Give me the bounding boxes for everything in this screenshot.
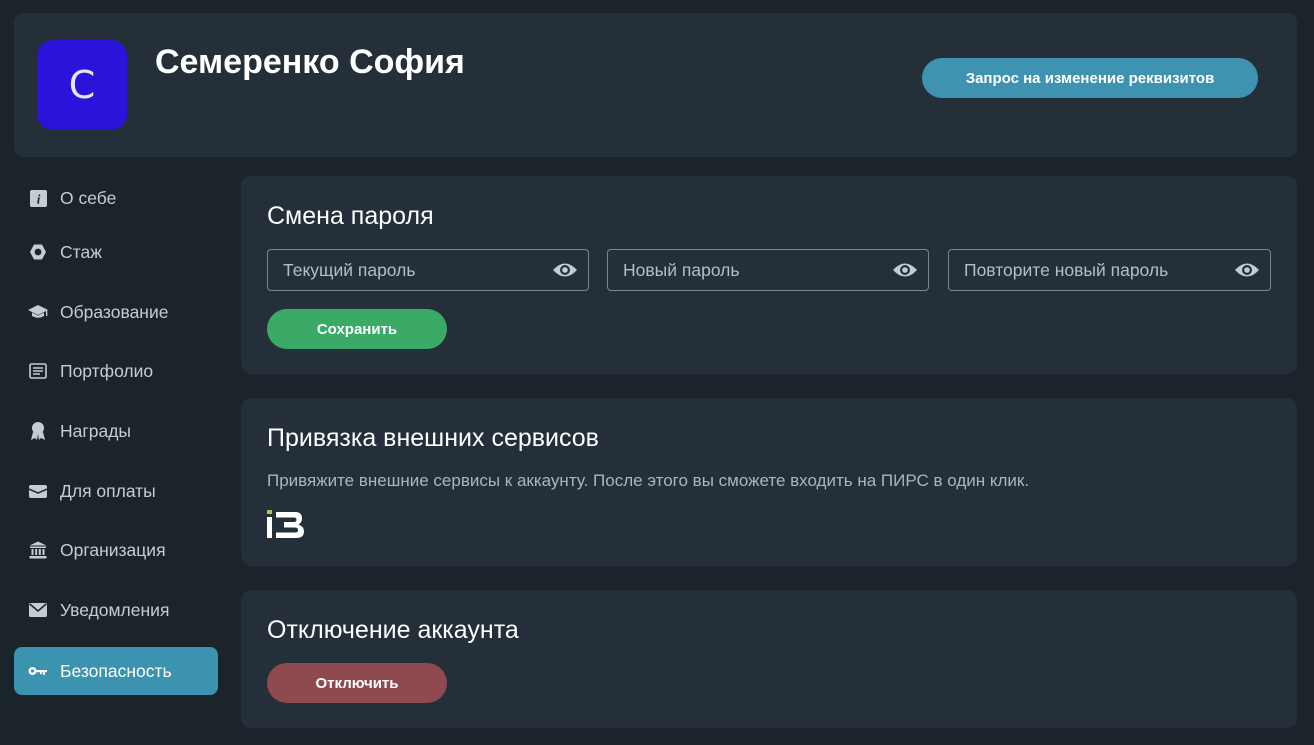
ib-logo-icon: [267, 510, 304, 538]
hexagon-icon: [28, 242, 48, 262]
sidebar-item-notifications[interactable]: Уведомления: [14, 586, 218, 634]
sidebar-item-education[interactable]: Образование: [14, 288, 218, 336]
info-icon: i: [28, 188, 48, 208]
profile-header: С Семеренко София Запрос на изменение ре…: [14, 13, 1297, 157]
new-password-input[interactable]: [623, 259, 883, 281]
sidebar-item-label: Стаж: [60, 241, 102, 262]
document-icon: [28, 361, 48, 381]
sidebar-item-security[interactable]: Безопасность: [14, 647, 218, 695]
key-icon: [28, 661, 48, 681]
sidebar-item-label: Портфолио: [60, 360, 154, 381]
eye-icon[interactable]: [552, 260, 578, 285]
institution-icon: [28, 540, 48, 560]
external-services-card: Привязка внешних сервисов Привяжите внеш…: [241, 398, 1297, 566]
sidebar-item-label: О себе: [60, 187, 117, 208]
sidebar-item-awards[interactable]: Награды: [14, 407, 218, 455]
sidebar-item-about[interactable]: i О себе: [14, 174, 218, 222]
new-password-field: [607, 249, 929, 291]
sidebar-item-label: Организация: [60, 539, 166, 560]
services-description: Привяжите внешние сервисы к аккаунту. По…: [267, 471, 1030, 490]
sidebar-item-portfolio[interactable]: Портфолио: [14, 347, 218, 395]
sidebar-item-payment[interactable]: Для оплаты: [14, 467, 218, 515]
card-title: Смена пароля: [267, 202, 434, 230]
repeat-password-field: [948, 249, 1271, 291]
wallet-icon: [28, 481, 48, 501]
sidebar-item-label: Награды: [60, 420, 132, 441]
eye-icon[interactable]: [1234, 260, 1260, 285]
card-title: Привязка внешних сервисов: [267, 424, 599, 452]
sidebar-item-organization[interactable]: Организация: [14, 526, 218, 574]
current-password-field: [267, 249, 589, 291]
password-change-card: Смена пароля Сохранить: [241, 176, 1297, 374]
svg-text:i: i: [36, 191, 40, 206]
current-password-input[interactable]: [283, 259, 543, 281]
disable-account-button[interactable]: Отключить: [267, 663, 447, 703]
ib-service-logo[interactable]: [267, 510, 305, 545]
user-name: Семеренко София: [155, 43, 465, 81]
sidebar-item-label: Безопасность: [60, 660, 172, 681]
graduation-cap-icon: [28, 302, 48, 322]
sidebar-item-label: Образование: [60, 301, 169, 322]
award-icon: [28, 421, 48, 441]
sidebar-item-label: Уведомления: [60, 599, 170, 620]
card-title: Отключение аккаунта: [267, 616, 519, 644]
disable-account-card: Отключение аккаунта Отключить: [241, 590, 1297, 728]
eye-icon[interactable]: [892, 260, 918, 285]
save-button[interactable]: Сохранить: [267, 309, 447, 349]
avatar: С: [37, 40, 127, 130]
repeat-password-input[interactable]: [964, 259, 1224, 281]
envelope-icon: [28, 600, 48, 620]
request-change-button[interactable]: Запрос на изменение реквизитов: [922, 58, 1258, 98]
sidebar-item-label: Для оплаты: [60, 480, 156, 501]
sidebar-item-experience[interactable]: Стаж: [14, 228, 218, 276]
